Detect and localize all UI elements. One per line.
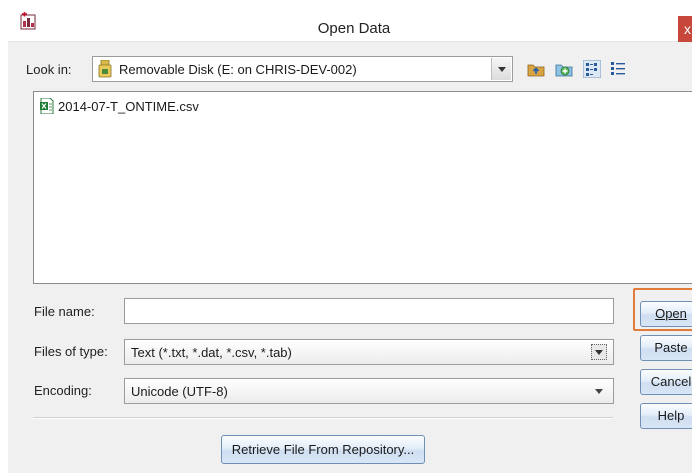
file-name-label: File name: — [34, 304, 95, 319]
files-of-type-label: Files of type: — [34, 344, 108, 359]
file-list[interactable]: 2014-07-T_ONTIME.csv — [33, 91, 692, 284]
encoding-value: Unicode (UTF-8) — [131, 384, 228, 399]
list-view-icon[interactable] — [583, 60, 601, 78]
close-button[interactable]: x — [678, 16, 692, 42]
separator — [33, 417, 613, 419]
open-data-dialog: Open Data x Look in: Removable Disk (E: … — [0, 0, 692, 473]
look-in-value: Removable Disk (E: on CHRIS-DEV-002) — [119, 62, 357, 77]
retrieve-from-repository-button[interactable]: Retrieve File From Repository... — [221, 435, 425, 464]
look-in-dropdown[interactable]: Removable Disk (E: on CHRIS-DEV-002) — [92, 56, 513, 82]
open-button[interactable]: Open — [640, 301, 692, 327]
cancel-button[interactable]: Cancel — [640, 369, 692, 395]
chevron-down-icon[interactable] — [491, 58, 511, 80]
open-button-label: Open — [655, 306, 687, 321]
paste-button[interactable]: Paste — [640, 335, 692, 361]
look-in-label-text: Look in: — [26, 62, 72, 77]
files-of-type-value: Text (*.txt, *.dat, *.csv, *.tab) — [131, 345, 292, 360]
files-of-type-select[interactable]: Text (*.txt, *.dat, *.csv, *.tab) — [124, 339, 614, 365]
removable-drive-icon — [98, 60, 112, 78]
chevron-down-icon[interactable] — [595, 389, 603, 394]
chevron-down-icon[interactable] — [591, 344, 607, 360]
encoding-select[interactable]: Unicode (UTF-8) — [124, 378, 614, 404]
help-button[interactable]: Help — [640, 403, 692, 429]
look-in-label: Look in: — [26, 62, 72, 77]
dialog-title: Open Data — [317, 20, 391, 37]
file-name-input[interactable] — [124, 298, 614, 324]
title-bar[interactable]: Open Data x — [8, 0, 692, 42]
csv-file-icon — [40, 98, 54, 114]
list-item[interactable]: 2014-07-T_ONTIME.csv — [40, 96, 199, 116]
up-folder-icon[interactable] — [527, 60, 545, 78]
cancel-button-label: Cancel — [650, 374, 692, 389]
file-name-text: 2014-07-T_ONTIME.csv — [58, 98, 199, 114]
retrieve-button-label: Retrieve File From Repository... — [231, 442, 415, 457]
paste-button-label: Paste — [654, 340, 688, 355]
details-view-icon[interactable] — [609, 60, 627, 78]
new-folder-icon[interactable] — [555, 60, 573, 78]
help-button-label: Help — [657, 408, 685, 423]
encoding-label: Encoding: — [34, 383, 92, 398]
